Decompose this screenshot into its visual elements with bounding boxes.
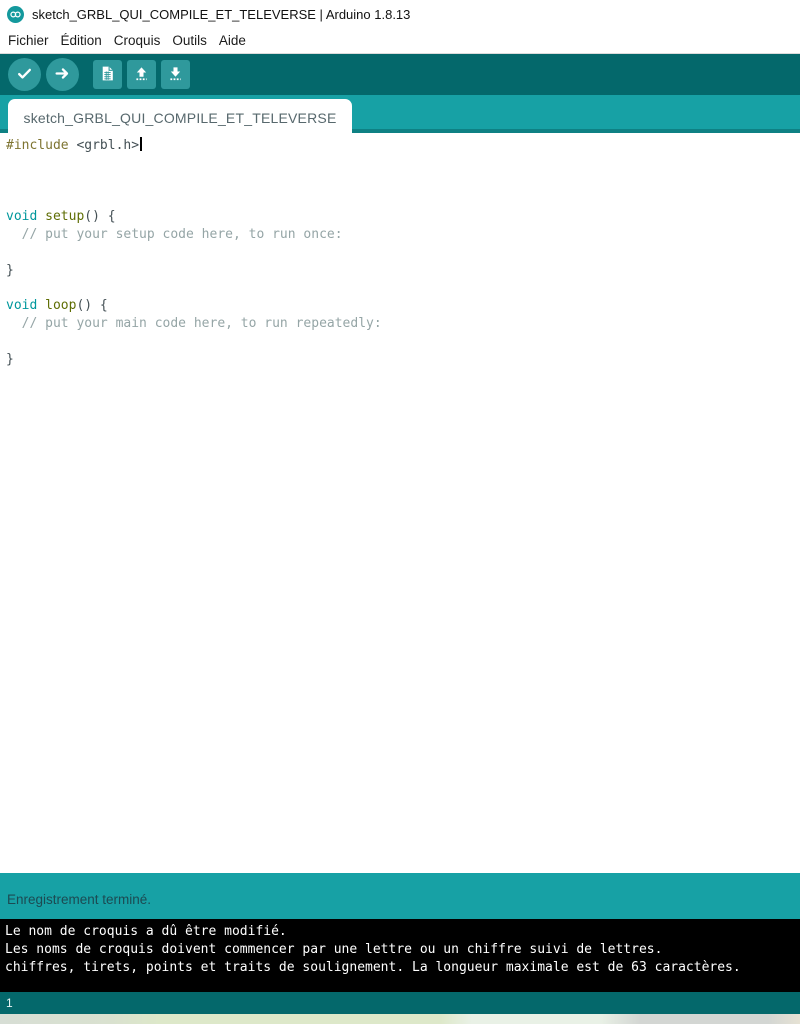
text-caret bbox=[140, 137, 143, 151]
toolbar bbox=[0, 54, 800, 95]
menu-aide[interactable]: Aide bbox=[213, 30, 252, 51]
tab-active-sketch[interactable]: sketch_GRBL_QUI_COMPILE_ET_TELEVERSE bbox=[8, 99, 352, 137]
arduino-ide-window: sketch_GRBL_QUI_COMPILE_ET_TELEVERSE | A… bbox=[0, 0, 800, 1024]
code-line: void setup() { bbox=[6, 209, 116, 225]
check-icon bbox=[16, 65, 33, 85]
line-status-bar: 1 bbox=[0, 992, 800, 1014]
window-title: sketch_GRBL_QUI_COMPILE_ET_TELEVERSE | A… bbox=[32, 6, 411, 22]
code-line: #include <grbl.h> bbox=[6, 137, 800, 155]
menu-bar: Fichier Édition Croquis Outils Aide bbox=[0, 28, 800, 54]
save-button[interactable] bbox=[161, 60, 190, 89]
current-line-number: 1 bbox=[6, 996, 13, 1010]
tab-label: sketch_GRBL_QUI_COMPILE_ET_TELEVERSE bbox=[23, 110, 337, 126]
code-line: // put your main code here, to run repea… bbox=[6, 315, 382, 331]
code-line: // put your setup code here, to run once… bbox=[6, 226, 343, 242]
menu-fichier[interactable]: Fichier bbox=[2, 30, 55, 51]
open-button[interactable] bbox=[127, 60, 156, 89]
console-line: chiffres, tirets, points et traits de so… bbox=[5, 960, 741, 975]
console-line: Le nom de croquis a dû être modifié. bbox=[5, 924, 287, 939]
menu-edition[interactable]: Édition bbox=[55, 30, 108, 51]
document-icon bbox=[99, 65, 116, 85]
menu-outils[interactable]: Outils bbox=[166, 30, 213, 51]
verify-button[interactable] bbox=[8, 58, 41, 91]
menu-croquis[interactable]: Croquis bbox=[108, 30, 167, 51]
arrow-right-icon bbox=[54, 65, 71, 85]
code-line: } bbox=[6, 262, 14, 278]
code-editor[interactable]: #include <grbl.h> void setup() { // put y… bbox=[0, 133, 800, 873]
arduino-logo-icon bbox=[7, 5, 24, 23]
arrow-down-icon bbox=[167, 65, 184, 85]
code-line: void loop() { bbox=[6, 298, 108, 314]
code-line: } bbox=[6, 351, 14, 367]
title-bar: sketch_GRBL_QUI_COMPILE_ET_TELEVERSE | A… bbox=[0, 0, 800, 28]
new-sketch-button[interactable] bbox=[93, 60, 122, 89]
bottom-strip bbox=[0, 1014, 800, 1024]
status-bar: Enregistrement terminé. bbox=[0, 873, 800, 919]
tab-strip: sketch_GRBL_QUI_COMPILE_ET_TELEVERSE bbox=[0, 95, 800, 137]
arrow-up-icon bbox=[133, 65, 150, 85]
upload-button[interactable] bbox=[46, 58, 79, 91]
console-output[interactable]: Le nom de croquis a dû être modifié. Les … bbox=[0, 919, 800, 992]
console-line: Les noms de croquis doivent commencer pa… bbox=[5, 942, 663, 957]
status-message: Enregistrement terminé. bbox=[7, 891, 152, 907]
